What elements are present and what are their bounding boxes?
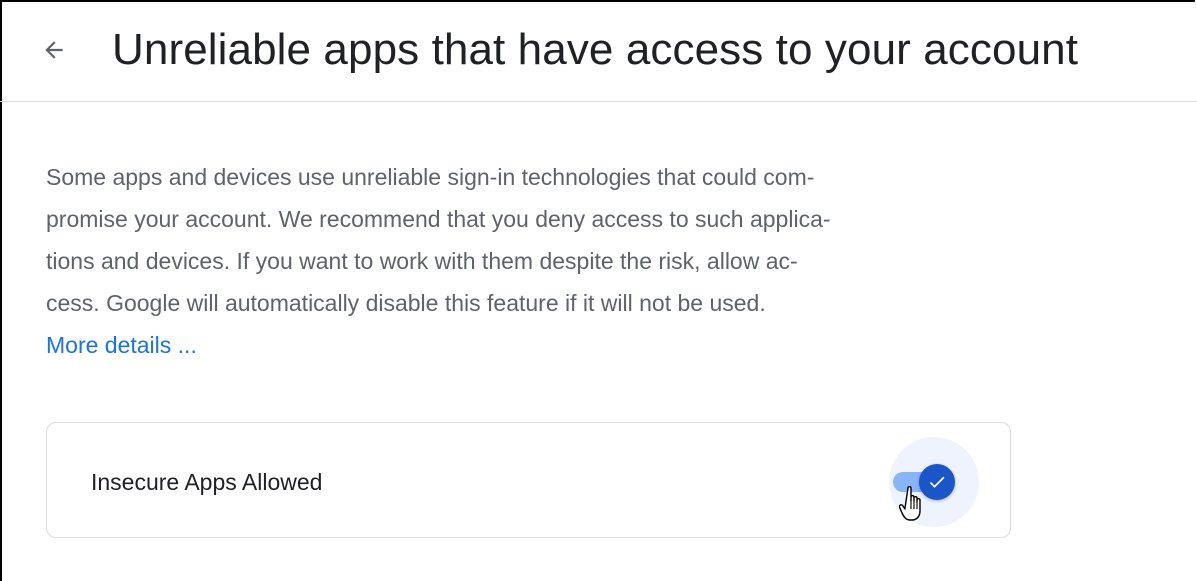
description-line: Some apps and devices use unreliable sig… xyxy=(46,164,815,190)
description-line: tions and devices. If you want to work w… xyxy=(46,248,798,274)
page-title: Unreliable apps that have access to your… xyxy=(112,25,1079,74)
toggle-knob xyxy=(919,464,955,500)
check-icon xyxy=(929,476,945,488)
page-header: Unreliable apps that have access to your… xyxy=(0,0,1197,102)
description-line: promise your account. We recommend that … xyxy=(46,206,831,232)
arrow-back-icon xyxy=(45,41,63,59)
insecure-apps-setting-card: Insecure Apps Allowed xyxy=(46,422,1011,538)
insecure-apps-toggle[interactable] xyxy=(893,464,955,500)
description-text: Some apps and devices use unreliable sig… xyxy=(46,156,1006,366)
more-details-link[interactable]: More details ... xyxy=(46,324,1006,366)
back-button[interactable] xyxy=(34,30,74,70)
description-line: cess. Google will automatically disable … xyxy=(46,290,766,316)
setting-label: Insecure Apps Allowed xyxy=(91,469,323,495)
